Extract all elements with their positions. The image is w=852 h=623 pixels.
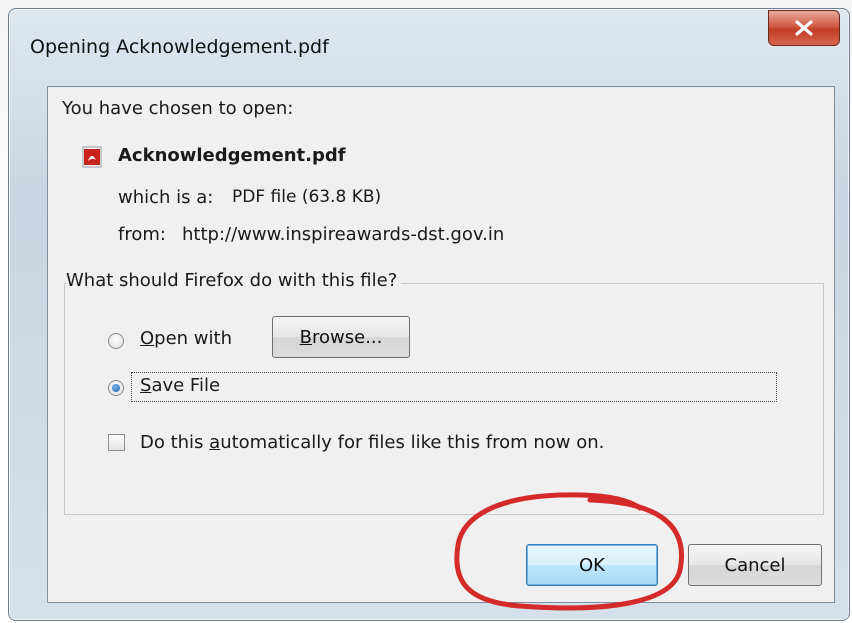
- save-file-label[interactable]: Save File: [140, 375, 220, 396]
- save-file-radio[interactable]: [108, 380, 124, 396]
- open-with-radio[interactable]: [108, 333, 124, 349]
- intro-text: You have chosen to open:: [62, 98, 294, 119]
- file-name: Acknowledgement.pdf: [118, 145, 346, 166]
- close-icon: [795, 20, 813, 36]
- action-group-label: What should Firefox do with this file?: [66, 270, 402, 291]
- file-source-label: from:: [118, 224, 166, 245]
- pdf-icon: [82, 146, 102, 168]
- window-title: Opening Acknowledgement.pdf: [30, 36, 329, 58]
- save-file-focus: [131, 372, 777, 402]
- browse-button[interactable]: Browse...: [272, 316, 410, 358]
- file-type-value: PDF file (63.8 KB): [232, 187, 382, 207]
- file-source-value: http://www.inspireawards-dst.gov.in: [182, 224, 505, 245]
- ok-button[interactable]: OK: [526, 544, 658, 586]
- close-button[interactable]: [768, 10, 840, 46]
- file-type-label: which is a:: [118, 187, 214, 208]
- cancel-button[interactable]: Cancel: [688, 544, 822, 586]
- auto-checkbox-label[interactable]: Do this automatically for files like thi…: [140, 432, 604, 453]
- open-with-label[interactable]: Open with: [140, 328, 232, 349]
- auto-checkbox[interactable]: [108, 434, 125, 451]
